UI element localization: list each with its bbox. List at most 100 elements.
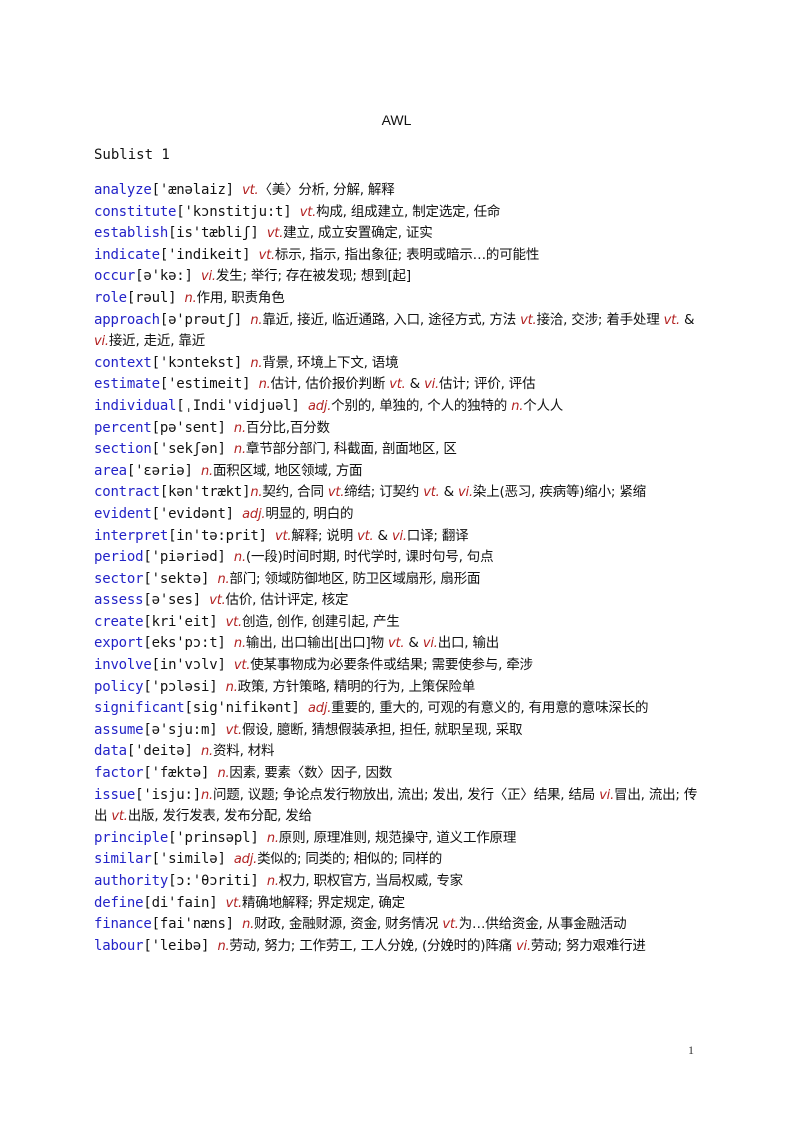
definition: 因素, 要素〈数〉因子, 因数 — [229, 765, 393, 782]
part-of-speech: vi. — [599, 787, 615, 803]
phonetic: ['εəriə] — [126, 462, 201, 479]
vocab-entry: export[eks'pɔ:t] n.输出, 出口输出[出口]物 vt. & v… — [94, 633, 700, 655]
part-of-speech: vt. — [389, 377, 406, 393]
definition: 个人人 — [523, 397, 564, 414]
part-of-speech: vt. — [225, 614, 243, 630]
vocab-entry: constitute['kɔnstitju:t] vt.构成, 组成建立, 制定… — [94, 202, 700, 224]
vocab-entry: context['kɔntekst] n.背景, 环境上下文, 语境 — [94, 353, 700, 375]
definition: (一段)时间时期, 时代学时, 课时句号, 句点 — [245, 549, 494, 566]
definition: 章节部分部门, 科截面, 剖面地区, 区 — [245, 441, 457, 458]
definition: 权力, 职权官方, 当局权威, 专家 — [278, 873, 463, 889]
definition: 〈美〉分析, 分解, 解释 — [258, 182, 395, 198]
headword: percent — [94, 419, 152, 436]
part-of-speech: adj. — [307, 701, 332, 717]
vocab-entry: assume[ə'sju:m] vt.假设, 臆断, 猜想假装承担, 担任, 就… — [94, 720, 700, 742]
page-number: 1 — [688, 1043, 694, 1057]
definition: 估价, 估计评定, 核定 — [225, 592, 349, 609]
part-of-speech: vi. — [458, 485, 473, 501]
definition: 创造, 创作, 创建引起, 产生 — [242, 613, 400, 630]
vocab-entry: create[kri'eit] vt.创造, 创作, 创建引起, 产生 — [94, 612, 700, 634]
phonetic: ['kɔnstitju:t] — [176, 203, 300, 220]
headword: constitute — [94, 203, 177, 220]
definition: 建立, 成立安置确定, 证实 — [283, 225, 433, 242]
phonetic: ['kɔntekst] — [151, 354, 251, 371]
definition: 缔结; 订契约 — [344, 484, 424, 501]
definition: 部门; 领域防御地区, 防卫区域扇形, 扇形面 — [229, 570, 481, 587]
definition: & — [373, 527, 392, 544]
vocab-entry: evident['evidənt] adj.明显的, 明白的 — [94, 504, 700, 526]
document-title: AWL — [381, 112, 412, 128]
part-of-speech: vt. — [663, 312, 681, 328]
part-of-speech: n. — [233, 442, 246, 458]
headword: assess — [94, 592, 144, 609]
definition: 口译; 翻译 — [406, 527, 469, 544]
definition: 假设, 臆断, 猜想假装承担, 担任, 就职呈现, 采取 — [242, 721, 523, 738]
headword: data — [94, 743, 127, 760]
phonetic: ['isju:] — [135, 786, 201, 803]
definition: 输出, 出口输出[出口]物 — [245, 635, 388, 652]
phonetic: [di'fain] — [143, 894, 226, 911]
part-of-speech: n. — [200, 463, 213, 479]
definition: 财政, 金融财源, 资金, 财务情况 — [254, 916, 443, 933]
definition: 发生; 举行; 存在被发现; 想到[起] — [215, 268, 411, 285]
headword: approach — [94, 311, 160, 328]
part-of-speech: vt. — [327, 485, 345, 501]
headword: involve — [94, 657, 152, 674]
definition: 使某事物成为必要条件或结果; 需要使参与, 牵涉 — [250, 657, 533, 674]
definition: 背景, 环境上下文, 语境 — [262, 354, 399, 371]
headword: define — [94, 894, 144, 911]
vocab-entry: similar['similə] adj.类似的; 同类的; 相似的; 同样的 — [94, 849, 700, 871]
headword: similar — [94, 851, 152, 868]
definition: & — [439, 484, 459, 501]
headword: factor — [94, 765, 144, 782]
headword: export — [94, 635, 144, 652]
phonetic: [in'vɔlv] — [151, 657, 234, 674]
vocab-entry: issue['isju:]n.问题, 议题; 争论点发行物放出, 流出; 发出,… — [94, 785, 700, 828]
headword: indicate — [94, 246, 160, 263]
vocab-entry: data['deitə] n.资料, 材料 — [94, 741, 700, 763]
word-list: analyze['ænəlaiz] vt.〈美〉分析, 分解, 解释 consti… — [94, 180, 700, 957]
phonetic: ['deitə] — [126, 743, 201, 760]
part-of-speech: n. — [250, 485, 263, 501]
phonetic: ['indikeit] — [159, 246, 259, 263]
part-of-speech: vt. — [209, 593, 226, 609]
part-of-speech: vt. — [442, 917, 459, 933]
definition: 出版, 发行发表, 发布分配, 发给 — [127, 808, 312, 825]
vocab-entry: involve[in'vɔlv] vt.使某事物成为必要条件或结果; 需要使参与… — [94, 655, 700, 677]
headword: individual — [94, 397, 177, 414]
part-of-speech: adj. — [242, 506, 266, 522]
definition: 劳动; 努力艰难行进 — [530, 937, 646, 954]
part-of-speech: vt. — [225, 722, 243, 738]
part-of-speech: n. — [258, 377, 271, 393]
part-of-speech: vi. — [424, 377, 439, 393]
phonetic: ['fæktə] — [143, 765, 218, 782]
vocab-entry: significant[sig'nifikənt] adj.重要的, 重大的, … — [94, 698, 700, 720]
phonetic: [rəul] — [126, 289, 185, 306]
headword: significant — [94, 700, 185, 717]
part-of-speech: vt. — [258, 247, 276, 263]
phonetic: [ə'prəutʃ] — [159, 311, 251, 328]
headword: policy — [94, 678, 144, 695]
part-of-speech: n. — [233, 420, 246, 436]
phonetic: [kən'trækt] — [159, 484, 251, 501]
headword: interpret — [94, 527, 169, 544]
vocab-entry: section['sekʃən] n.章节部分部门, 科截面, 剖面地区, 区 — [94, 439, 700, 461]
phonetic: [ɔ:'θɔriti] — [168, 873, 267, 889]
part-of-speech: n. — [250, 312, 263, 328]
definition: 劳动, 努力; 工作劳工, 工人分娩, (分娩时的)阵痛 — [229, 937, 517, 954]
vocab-entry: sector['sektə] n.部门; 领域防御地区, 防卫区域扇形, 扇形面 — [94, 569, 700, 591]
headword: finance — [94, 916, 152, 933]
vocab-entry: estimate['estimeit] n.估计, 估价报价判断 vt. & v… — [94, 374, 700, 396]
part-of-speech: n. — [201, 787, 213, 803]
headword: context — [94, 354, 152, 371]
headword: contract — [94, 484, 160, 501]
vocab-entry: authority[ɔ:'θɔriti] n.权力, 职权官方, 当局权威, 专… — [94, 871, 700, 893]
vocab-entry: area['εəriə] n.面积区域, 地区领域, 方面 — [94, 461, 700, 483]
vocab-entry: indicate['indikeit] vt.标示, 指示, 指出象征; 表明或… — [94, 245, 700, 267]
headword: authority — [94, 873, 169, 889]
part-of-speech: vt. — [266, 226, 284, 242]
part-of-speech: n. — [225, 679, 238, 695]
part-of-speech: n. — [250, 355, 263, 371]
part-of-speech: adj. — [233, 852, 258, 868]
part-of-speech: n. — [217, 571, 230, 587]
